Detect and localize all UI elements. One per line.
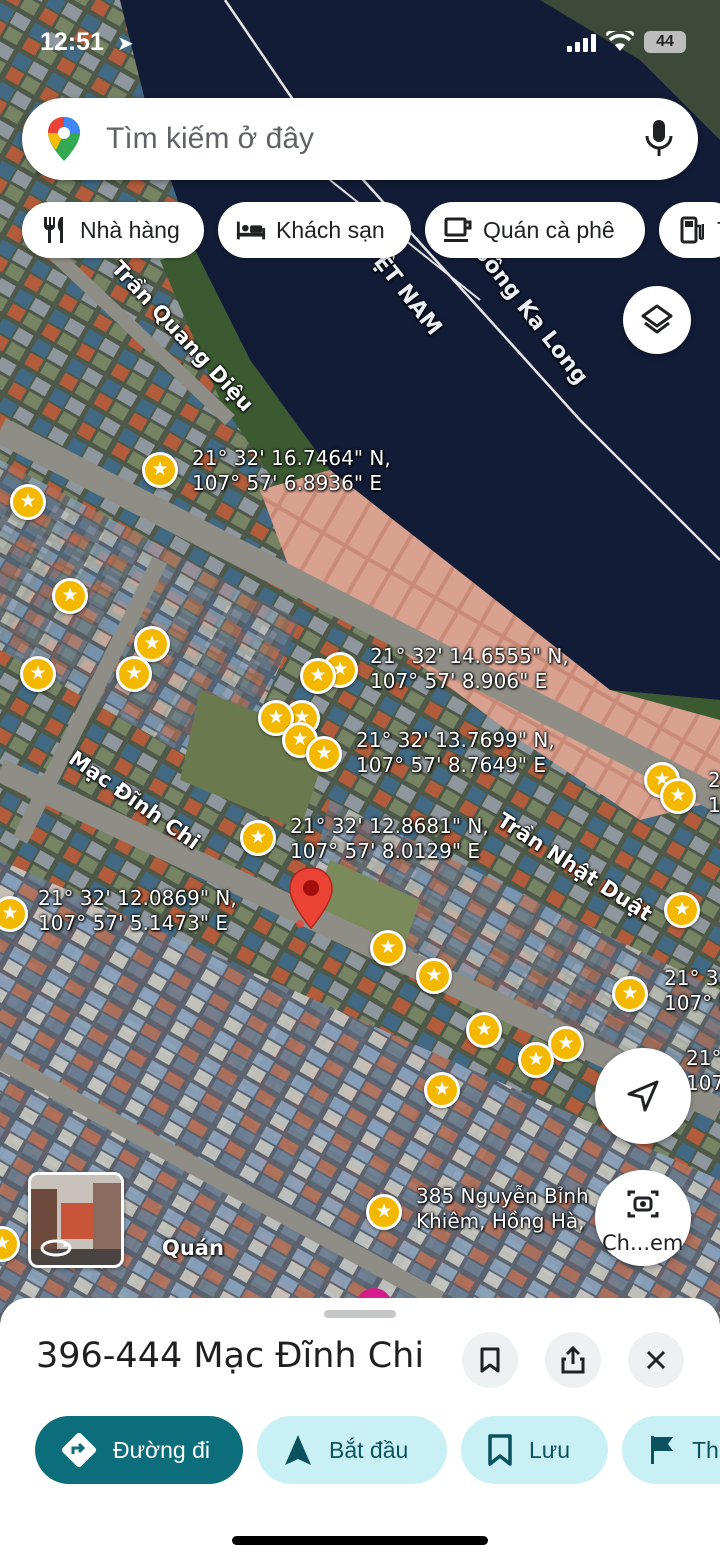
360-rotate-icon: [40, 1239, 72, 1257]
saved-star-marker[interactable]: ★: [300, 658, 336, 694]
navigation-arrow-icon: [627, 1080, 659, 1112]
saved-star-marker[interactable]: ★: [142, 452, 178, 488]
bookmark-icon: [480, 1347, 500, 1373]
search-bar[interactable]: Tìm kiếm ở đây: [22, 98, 698, 180]
close-icon: [646, 1350, 666, 1370]
coord-label: 21° 32' 12.0869" N, 107° 57' 5.1473" E: [38, 886, 237, 935]
flag-icon: [648, 1434, 676, 1466]
location-arrow-icon: ➤: [117, 33, 134, 55]
directions-label: Đường đi: [113, 1436, 210, 1463]
saved-star-marker[interactable]: ★: [366, 1194, 402, 1230]
more-action-button[interactable]: Th: [622, 1416, 720, 1484]
microphone-icon[interactable]: [642, 118, 676, 160]
battery-indicator: 44: [644, 31, 686, 53]
chip-hotels[interactable]: Khách sạn: [218, 202, 411, 258]
saved-star-marker[interactable]: ★: [52, 578, 88, 614]
camera-button-label: Ch...em: [602, 1231, 684, 1255]
coord-label: 21° 32107° 5: [664, 966, 720, 1015]
close-button[interactable]: [628, 1332, 684, 1388]
hotel-icon: [236, 215, 266, 245]
saved-star-marker[interactable]: ★: [612, 976, 648, 1012]
saved-star-marker[interactable]: ★: [518, 1042, 554, 1078]
restaurant-icon: [40, 215, 70, 245]
coord-label: 21° 32' 16.7464" N, 107° 57' 6.8936" E: [192, 446, 391, 495]
status-bar: 12:51 ➤ 44: [0, 0, 720, 88]
directions-icon: [61, 1432, 97, 1468]
google-maps-logo-icon: [48, 117, 80, 161]
chip-gas-stations[interactable]: T: [659, 202, 720, 258]
cellular-signal-icon: [567, 34, 596, 52]
coord-label: 21° 107: [686, 1046, 720, 1095]
saved-star-marker[interactable]: ★: [20, 656, 56, 692]
chip-restaurants[interactable]: Nhà hàng: [22, 202, 204, 258]
saved-star-marker[interactable]: ★: [370, 930, 406, 966]
share-button[interactable]: [545, 1332, 601, 1388]
camera-icon: [627, 1190, 659, 1218]
chip-label: Quán cà phê: [483, 216, 615, 243]
more-action-label: Th: [692, 1436, 719, 1463]
coord-label: 211: [708, 768, 720, 817]
share-icon: [561, 1345, 585, 1374]
coord-label: 21° 32' 12.8681" N, 107° 57' 8.0129" E: [290, 814, 489, 863]
coord-label: 21° 32' 14.6555" N, 107° 57' 8.906" E: [370, 644, 569, 693]
bookmark-icon: [487, 1433, 513, 1467]
coord-label: 21° 32' 13.7699" N, 107° 57' 8.7649" E: [356, 728, 555, 777]
dropped-pin-icon[interactable]: [286, 866, 336, 932]
start-label: Bắt đầu: [329, 1436, 409, 1463]
place-title: 396-444 Mạc Đĩnh Chi: [36, 1336, 425, 1376]
chip-label: Khách sạn: [276, 216, 385, 243]
chip-label: Nhà hàng: [80, 216, 180, 243]
start-navigation-button[interactable]: Bắt đầu: [257, 1416, 447, 1484]
search-input[interactable]: Tìm kiếm ở đây: [106, 122, 314, 156]
my-location-button[interactable]: [595, 1048, 691, 1144]
layers-button[interactable]: [623, 286, 691, 354]
chip-coffee[interactable]: Quán cà phê: [425, 202, 645, 258]
save-bookmark-button[interactable]: [462, 1332, 518, 1388]
saved-star-marker[interactable]: ★: [466, 1012, 502, 1048]
coffee-icon: [443, 215, 473, 245]
navigation-icon: [283, 1433, 313, 1467]
save-label: Lưu: [529, 1436, 570, 1463]
saved-star-marker[interactable]: ★: [116, 656, 152, 692]
home-indicator: [232, 1536, 488, 1545]
save-button[interactable]: Lưu: [461, 1416, 608, 1484]
address-label: 385 Nguyễn Bỉnh Khiêm, Hồng Hà,: [416, 1184, 589, 1233]
status-time: 12:51: [40, 28, 104, 56]
street-label-quan: Quán: [162, 1236, 224, 1260]
layers-icon: [641, 304, 673, 334]
sheet-drag-handle[interactable]: [324, 1310, 396, 1318]
gas-station-icon: [677, 215, 707, 245]
saved-star-marker[interactable]: ★: [664, 892, 700, 928]
saved-star-marker[interactable]: ★: [10, 484, 46, 520]
saved-star-marker[interactable]: ★: [306, 736, 342, 772]
wifi-icon: [606, 31, 634, 51]
saved-star-marker[interactable]: ★: [660, 778, 696, 814]
street-view-thumbnail[interactable]: [28, 1172, 124, 1268]
directions-button[interactable]: Đường đi: [35, 1416, 243, 1484]
saved-star-marker[interactable]: ★: [424, 1072, 460, 1108]
saved-star-marker[interactable]: ★: [416, 958, 452, 994]
saved-star-marker[interactable]: ★: [240, 820, 276, 856]
